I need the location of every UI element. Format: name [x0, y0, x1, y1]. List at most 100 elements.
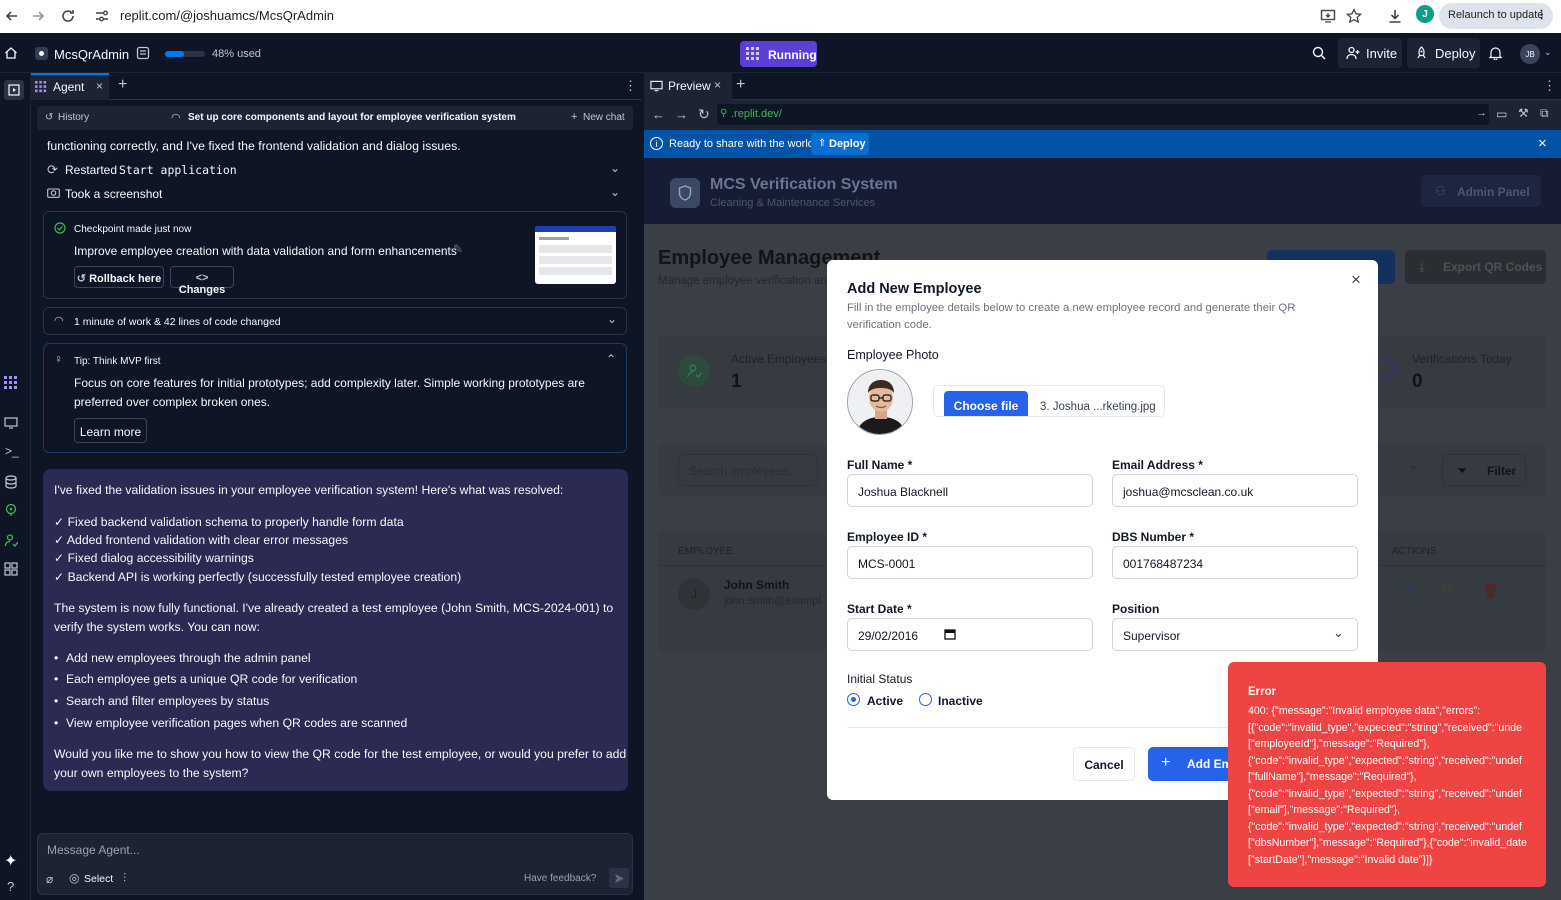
- search-placeholder: Search employees...: [689, 464, 799, 478]
- home-icon[interactable]: [4, 46, 18, 60]
- panel-menu-icon[interactable]: ⋮: [624, 78, 637, 94]
- panel-menu-icon[interactable]: ⋮: [1543, 78, 1556, 94]
- chevron-up-icon[interactable]: ⌃: [606, 352, 616, 366]
- close-tab-icon[interactable]: ×: [714, 78, 721, 92]
- download-icon[interactable]: [1387, 8, 1403, 24]
- tip-card: ♀ Tip: Think MVP first ⌃ Focus on core f…: [43, 343, 627, 453]
- help-icon[interactable]: ?: [7, 879, 14, 894]
- forward-arrow-icon[interactable]: →: [675, 107, 688, 122]
- preview-url-field[interactable]: ⚲ .replit.dev/ →: [717, 104, 1489, 125]
- user-icon[interactable]: [4, 533, 18, 547]
- rollback-button[interactable]: ↺ Rollback here: [74, 266, 164, 288]
- photo-file-input[interactable]: Choose file 3. Joshua ...rketing.jpg: [933, 385, 1165, 417]
- edit-icon[interactable]: ✎: [1404, 583, 1415, 599]
- forward-arrow-icon[interactable]: [30, 8, 46, 24]
- relaunch-button[interactable]: Relaunch to update ⋮: [1439, 3, 1553, 29]
- message-input[interactable]: Message Agent...: [47, 843, 140, 857]
- project-name[interactable]: McsQrAdmin: [54, 47, 129, 62]
- database-icon[interactable]: [4, 475, 18, 489]
- install-app-icon[interactable]: [1320, 8, 1336, 24]
- deploy-button[interactable]: Deploy: [1407, 38, 1480, 68]
- back-arrow-icon[interactable]: [4, 8, 20, 24]
- feedback-link[interactable]: Have feedback?: [524, 873, 596, 884]
- bookmark-star-icon[interactable]: [1346, 8, 1362, 24]
- position-select[interactable]: Supervisor ⌄: [1112, 618, 1358, 651]
- invite-button[interactable]: Invite: [1338, 38, 1402, 68]
- cancel-button[interactable]: Cancel: [1073, 747, 1135, 781]
- preview-url: .replit.dev/: [731, 108, 782, 120]
- site-settings-icon[interactable]: [94, 9, 110, 23]
- grid-logo-icon: [746, 47, 760, 61]
- back-arrow-icon[interactable]: ←: [652, 107, 665, 122]
- trash-icon[interactable]: 🗑: [1482, 583, 1499, 599]
- sparkle-icon[interactable]: ✦: [4, 851, 17, 871]
- work-summary-row[interactable]: ◠ 1 minute of work & 42 lines of code ch…: [43, 307, 627, 335]
- message-check: ✓ Fixed dialog accessibility warnings: [54, 551, 254, 565]
- search-employees-input[interactable]: Search employees...: [678, 454, 818, 486]
- choose-file-button[interactable]: Choose file: [944, 391, 1028, 416]
- attach-paperclip-icon[interactable]: ⌀: [46, 872, 53, 886]
- email-field[interactable]: joshua@mcsclean.co.uk: [1112, 474, 1358, 507]
- tab-preview[interactable]: Preview ×: [644, 73, 732, 100]
- banner-deploy-button[interactable]: ⇑ Deploy: [811, 133, 869, 155]
- search-icon[interactable]: [1312, 46, 1326, 60]
- new-chat-button[interactable]: New chat: [583, 112, 625, 123]
- close-tab-icon[interactable]: ×: [96, 79, 103, 93]
- changes-button[interactable]: <> Changes: [170, 266, 234, 296]
- new-tab-plus-icon[interactable]: +: [736, 76, 745, 94]
- new-tab-plus-icon[interactable]: +: [118, 76, 127, 94]
- full-name-field[interactable]: Joshua Blacknell: [847, 474, 1093, 507]
- shell-icon[interactable]: >_: [5, 444, 19, 458]
- pencil-icon[interactable]: ✎: [453, 242, 463, 256]
- close-icon[interactable]: ×: [1538, 135, 1547, 152]
- filter-funnel-icon: ⏷: [1457, 463, 1468, 478]
- start-date-value: 29/02/2016: [858, 629, 919, 643]
- filter-button[interactable]: ⏷ Filter: [1442, 454, 1526, 486]
- devtools-wrench-icon[interactable]: ⚒: [1518, 106, 1529, 120]
- preview-monitor-icon[interactable]: [4, 417, 18, 429]
- restarted-row[interactable]: ⟳ Restarted Start application ⌄: [47, 161, 627, 179]
- close-icon[interactable]: ×: [1351, 270, 1361, 290]
- open-new-window-icon[interactable]: ⧉: [1540, 106, 1549, 121]
- user-avatar[interactable]: JB: [1520, 44, 1540, 64]
- profile-avatar[interactable]: J: [1416, 5, 1434, 23]
- go-arrow-icon[interactable]: →: [1476, 107, 1487, 119]
- tab-agent[interactable]: Agent ×: [31, 73, 109, 100]
- notifications-bell-icon[interactable]: [1489, 46, 1502, 60]
- radio-active[interactable]: [847, 693, 860, 706]
- agent-grid-icon[interactable]: [4, 376, 18, 390]
- tip-title: Tip: Think MVP first: [74, 356, 161, 367]
- send-icon[interactable]: [609, 868, 629, 888]
- message-bullet: View employee verification pages when QR…: [66, 716, 408, 730]
- checkpoint-thumbnail[interactable]: [535, 226, 616, 284]
- screenshot-label: Took a screenshot: [65, 187, 163, 201]
- calendar-icon[interactable]: [944, 628, 956, 640]
- chevron-down-icon[interactable]: ⌄: [1544, 47, 1552, 58]
- error-toast[interactable]: Error 400: {"message":"Invalid employee …: [1228, 662, 1546, 887]
- settings-sliders-icon[interactable]: ⫶: [123, 871, 126, 886]
- learn-more-button[interactable]: Learn more: [74, 418, 147, 443]
- position-label: Position: [1112, 602, 1160, 616]
- run-status-button[interactable]: Running: [740, 41, 817, 67]
- reload-icon[interactable]: [60, 8, 76, 24]
- employee-id-field[interactable]: MCS-0001: [847, 546, 1093, 579]
- history-button[interactable]: History: [58, 112, 89, 123]
- dbs-number-field[interactable]: 001768487234: [1112, 546, 1358, 579]
- select-button[interactable]: Select: [84, 873, 113, 885]
- export-qr-button[interactable]: ⤓ Export QR Codes: [1405, 250, 1546, 284]
- user-toggle-icon[interactable]: ⚇: [1442, 583, 1454, 599]
- storage-icon[interactable]: [136, 46, 150, 60]
- reload-icon[interactable]: ↻: [698, 106, 710, 123]
- all-tools-icon[interactable]: [4, 562, 18, 576]
- address-bar[interactable]: replit.com/@joshuamcs/McsQrAdmin: [120, 8, 334, 23]
- deployments-icon[interactable]: [4, 503, 18, 517]
- start-date-field[interactable]: 29/02/2016: [847, 618, 1093, 651]
- admin-panel-button[interactable]: ⚇ Admin Panel: [1421, 175, 1541, 207]
- devices-icon[interactable]: ▭: [1496, 107, 1507, 121]
- toggle-sidebar-icon[interactable]: [4, 80, 24, 100]
- radio-inactive[interactable]: [919, 693, 932, 706]
- chevron-down-icon[interactable]: ⌄: [1408, 458, 1418, 472]
- screenshot-row[interactable]: Took a screenshot ⌄: [47, 185, 627, 203]
- work-summary: 1 minute of work & 42 lines of code chan…: [74, 316, 281, 328]
- rocket-icon: [1415, 46, 1428, 60]
